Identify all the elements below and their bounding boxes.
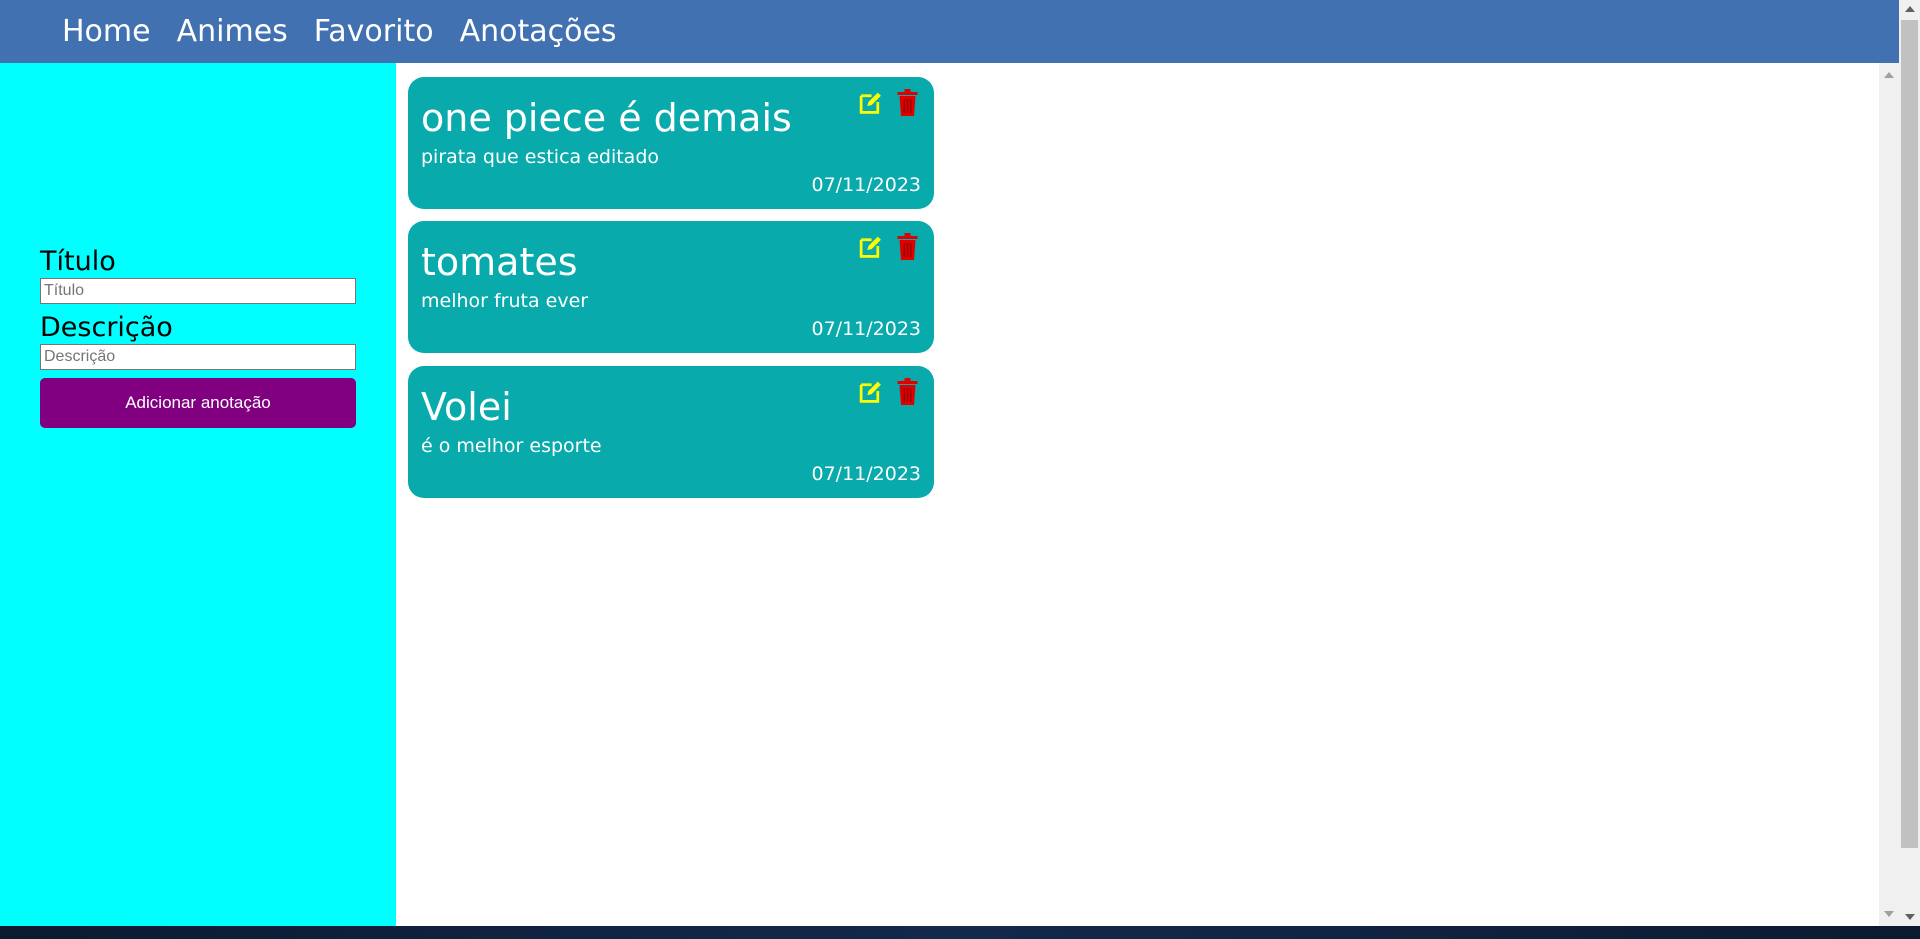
nav-link-anotacoes[interactable]: Anotações xyxy=(460,14,617,49)
edit-icon[interactable] xyxy=(858,378,883,406)
note-actions xyxy=(858,378,920,406)
trash-icon[interactable] xyxy=(895,233,920,261)
add-note-button[interactable]: Adicionar anotação xyxy=(40,378,356,428)
description-label: Descrição xyxy=(40,312,173,343)
note-card: one piece é demais pirata que estica edi… xyxy=(408,77,934,209)
description-input[interactable] xyxy=(40,344,356,370)
note-title: Volei xyxy=(421,385,512,429)
note-date: 07/11/2023 xyxy=(811,174,921,196)
edit-icon[interactable] xyxy=(858,89,883,117)
note-card: Volei é o melhor esporte 07/11/2023 xyxy=(408,366,934,498)
scrollbar-thumb[interactable] xyxy=(1901,20,1918,848)
note-description: pirata que estica editado xyxy=(421,146,660,168)
note-title: tomates xyxy=(421,240,578,284)
title-label: Título xyxy=(40,246,116,277)
navbar: Home Animes Favorito Anotações xyxy=(0,0,1899,63)
note-description: é o melhor esporte xyxy=(421,435,602,457)
edit-icon[interactable] xyxy=(858,233,883,261)
note-date: 07/11/2023 xyxy=(811,463,921,485)
note-card: tomates melhor fruta ever 07/11/2023 xyxy=(408,221,934,353)
page-scrollbar[interactable] xyxy=(1899,0,1920,926)
nav-link-home[interactable]: Home xyxy=(62,14,151,49)
note-description: melhor fruta ever xyxy=(421,290,589,312)
title-input[interactable] xyxy=(40,278,356,304)
scroll-down-arrow-icon[interactable] xyxy=(1905,914,1915,920)
note-actions xyxy=(858,233,920,261)
taskbar xyxy=(0,926,1920,939)
trash-icon[interactable] xyxy=(895,89,920,117)
sidebar: Título Descrição Adicionar anotação xyxy=(0,63,396,926)
scroll-up-arrow-icon[interactable] xyxy=(1905,6,1915,12)
scroll-up-arrow-icon[interactable] xyxy=(1884,72,1894,78)
nav-link-animes[interactable]: Animes xyxy=(177,14,288,49)
note-date: 07/11/2023 xyxy=(811,318,921,340)
add-note-form: Título Descrição Adicionar anotação xyxy=(40,246,356,428)
notes-list: one piece é demais pirata que estica edi… xyxy=(396,63,1879,926)
trash-icon[interactable] xyxy=(895,378,920,406)
inner-scrollbar[interactable] xyxy=(1879,63,1899,926)
note-actions xyxy=(858,89,920,117)
nav-link-favorito[interactable]: Favorito xyxy=(314,14,434,49)
scroll-down-arrow-icon[interactable] xyxy=(1884,911,1894,917)
note-title: one piece é demais xyxy=(421,96,792,140)
